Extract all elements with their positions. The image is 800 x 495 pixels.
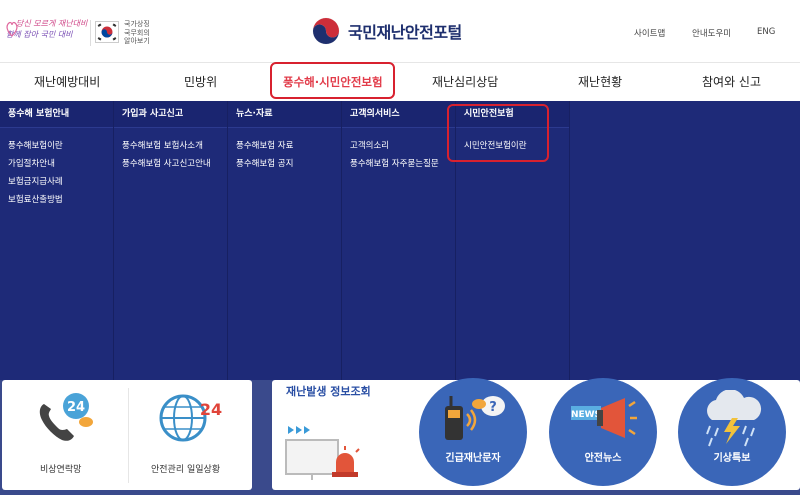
menu-link[interactable]: 고객의소리: [350, 137, 455, 155]
government-emblem-icon: [312, 17, 340, 45]
menu-column-title[interactable]: 시민안전보험: [456, 101, 569, 128]
menu-column-title[interactable]: 고객의서비스: [342, 101, 455, 128]
storm-cloud-icon: [706, 390, 762, 447]
national-flag-icon[interactable]: [95, 21, 119, 43]
badge-24: 24: [200, 400, 222, 419]
nav-psych-counseling[interactable]: 재난심리상담: [432, 63, 498, 102]
menu-column-title[interactable]: 뉴스·자료: [228, 101, 341, 128]
lower-content-area: 24 비상연락망 24 안전관리 일일상황 재난발생 정보조회 ? 긴급재난문자…: [0, 378, 800, 495]
header-divider: [90, 20, 91, 46]
emergency-contact-link[interactable]: 24 비상연락망: [2, 380, 128, 490]
quick-links-card: 24 비상연락망 24 안전관리 일일상황: [2, 380, 252, 490]
svg-text:?: ?: [489, 400, 497, 415]
circle-label: 안전뉴스: [584, 453, 622, 464]
menu-link[interactable]: 풍수해보험 자료: [236, 137, 341, 155]
menu-link[interactable]: 가입절차안내: [8, 155, 113, 173]
safety-news-button[interactable]: NEWS 안전뉴스: [549, 378, 657, 486]
sitemap-link[interactable]: 사이트맵: [634, 27, 665, 39]
emergency-contact-label: 비상연락망: [40, 465, 82, 475]
globe-24-icon: 24: [159, 394, 222, 442]
phone-24-icon: 24: [39, 393, 93, 441]
menu-link[interactable]: 풍수해보험 보험사소개: [122, 137, 227, 155]
walkie-talkie-icon: ?: [445, 396, 505, 440]
monitor-alert-icon: [285, 426, 360, 480]
nav-civil-defense[interactable]: 민방위: [184, 63, 217, 102]
nav-disaster-prevention[interactable]: 재난예방대비: [34, 63, 100, 102]
menu-column-join-report: 가입과 사고신고 풍수해보험 보험사소개 풍수해보험 사고신고안내: [114, 101, 228, 380]
badge-24: 24: [67, 400, 85, 415]
slogan-line2: 함께 잡아 국민 대비: [6, 30, 73, 39]
menu-link[interactable]: 풍수해보험 사고신고안내: [122, 155, 227, 173]
menu-link[interactable]: 시민안전보험이란: [464, 137, 569, 155]
news-badge: NEWS: [571, 410, 601, 420]
menu-column-title[interactable]: 풍수해 보험안내: [0, 101, 113, 128]
emergency-text-button[interactable]: ? 긴급재난문자: [419, 378, 527, 486]
circle-label: 긴급재난문자: [445, 453, 501, 464]
dropdown-mega-menu: 풍수해 보험안내 풍수해보험이란 가입절차안내 보험금지급사례 보험료산출방법 …: [0, 101, 800, 380]
menu-column-news: 뉴스·자료 풍수해보험 자료 풍수해보험 공지: [228, 101, 342, 380]
menu-column-insurance-guide: 풍수해 보험안내 풍수해보험이란 가입절차안내 보험금지급사례 보험료산출방법: [0, 101, 114, 380]
site-logo[interactable]: 국민재난안전포털: [312, 16, 462, 46]
nav-disaster-status[interactable]: 재난현황: [578, 63, 622, 102]
daily-status-label: 안전관리 일일상황: [151, 465, 221, 475]
menu-column-title[interactable]: 가입과 사고신고: [114, 101, 227, 128]
gov-line: 국무회의: [124, 28, 150, 37]
nav-participation-report[interactable]: 참여와 신고: [702, 63, 761, 102]
gov-line: 알아보기: [124, 37, 150, 45]
daily-status-link[interactable]: 24 안전관리 일일상황: [129, 380, 252, 490]
site-header: 당신 모르게 재난대비 함께 잡아 국민 대비 국가상징 국무회의 알아보기 국…: [0, 0, 800, 62]
circle-label: 기상특보: [713, 453, 751, 464]
main-navigation: 재난예방대비 민방위 풍수해·시민안전보험 재난심리상담 재난현황 참여와 신고: [0, 62, 800, 101]
menu-link[interactable]: 풍수해보험 공지: [236, 155, 341, 173]
menu-link[interactable]: 풍수해보험 자주묻는질문: [350, 155, 455, 173]
english-link[interactable]: ENG: [757, 27, 775, 37]
heart-ribbon-icon: [6, 21, 18, 37]
menu-link[interactable]: 풍수해보험이란: [8, 137, 113, 155]
national-symbol-link[interactable]: 국가상징 국무회의 알아보기: [124, 20, 168, 46]
menu-column-customer-service: 고객의서비스 고객의소리 풍수해보험 자주묻는질문: [342, 101, 456, 380]
menu-column-citizen-insurance: 시민안전보험 시민안전보험이란: [456, 101, 570, 380]
weather-warning-button[interactable]: 기상특보: [678, 378, 786, 486]
nav-flood-insurance[interactable]: 풍수해·시민안전보험: [283, 63, 383, 102]
menu-link[interactable]: 보험료산출방법: [8, 191, 113, 209]
disaster-info-title: 재난발생 정보조회: [286, 385, 371, 398]
news-megaphone-icon: NEWS: [571, 398, 637, 438]
logo-title: 국민재난안전포털: [348, 23, 462, 42]
guide-link[interactable]: 안내도우미: [692, 27, 731, 39]
gov-line: 국가상징: [124, 20, 150, 28]
slogan-line1: 당신 모르게 재난대비: [16, 19, 88, 28]
menu-link[interactable]: 보험금지급사례: [8, 173, 113, 191]
disaster-info-card: 재난발생 정보조회 ? 긴급재난문자 NEWS 안전뉴스 기상특보: [272, 378, 800, 490]
campaign-slogan[interactable]: 당신 모르게 재난대비 함께 잡아 국민 대비: [6, 18, 88, 48]
